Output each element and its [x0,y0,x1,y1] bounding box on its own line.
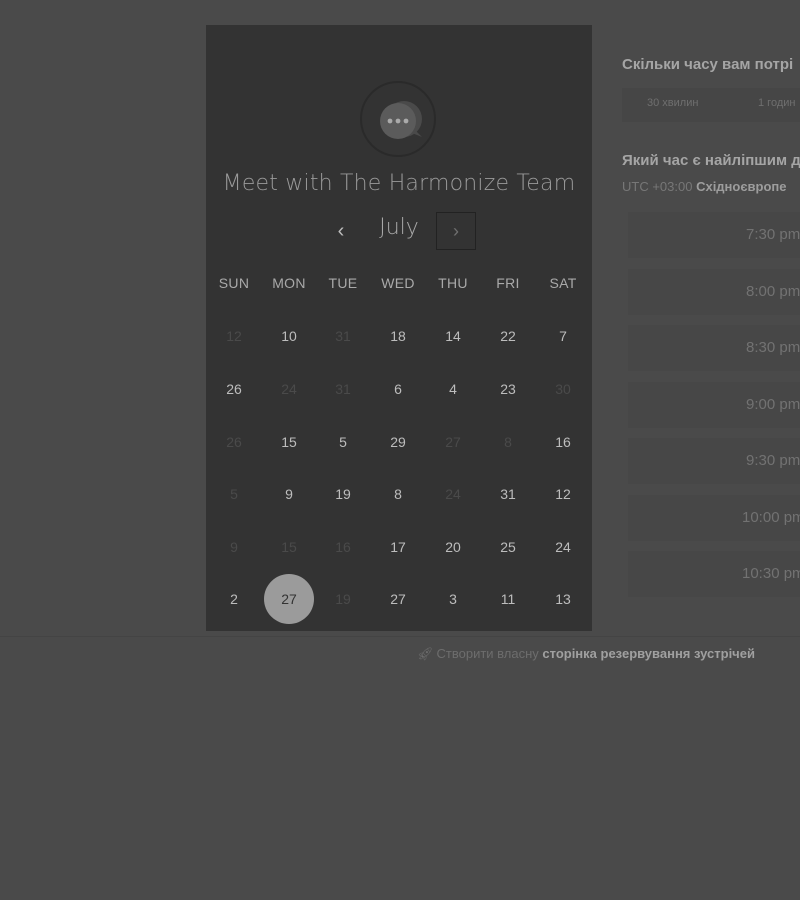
calendar-day: 9 [230,539,238,555]
calendar-day[interactable]: 8 [371,482,425,506]
calendar-day[interactable]: 15 [262,430,316,454]
calendar-day-selected[interactable]: 27 [264,574,314,624]
footer-prefix: Створити власну [436,646,543,661]
calendar-day[interactable]: 31 [481,482,535,506]
calendar-day: 15 [281,539,297,555]
calendar-day[interactable]: 6 [371,377,425,401]
time-slot[interactable]: 9:30 pm [628,438,800,484]
divider [0,636,800,637]
time-slot-label: 10:00 pm [742,509,800,526]
time-slot-label: 10:30 pm [742,565,800,582]
calendar-day[interactable]: 19 [316,482,370,506]
booking-panel: Скільки часу вам потрі 30 хвилин 1 годин… [622,0,800,900]
calendar-day: 31 [335,381,351,397]
calendar-day: 19 [335,591,351,607]
rocket-icon: 🚀︎ [417,646,434,661]
calendar-day: 27 [445,434,461,450]
calendar-day: 30 [555,381,571,397]
calendar-day: 24 [445,486,461,502]
time-slot-label: 7:30 pm [746,226,800,243]
calendar-day[interactable]: 17 [371,535,425,559]
calendar-day[interactable]: 26 [207,377,261,401]
calendar-day[interactable]: 3 [426,587,480,611]
calendar-day[interactable]: 16 [536,430,590,454]
calendar-day[interactable]: 2 [207,587,261,611]
time-slot-label: 8:30 pm [746,339,800,356]
calendar-grid: 12 10 31 18 14 22 7 26 24 31 6 4 23 30 26 15 5 29 27 8 16 5 9 1… [206,25,592,631]
calendar-day[interactable]: 24 [536,535,590,559]
calendar-day: 31 [335,328,351,344]
duration-option-60[interactable]: 1 годин [758,97,795,109]
time-slot[interactable]: 9:00 pm [628,382,800,428]
calendar-day[interactable]: 14 [426,324,480,348]
time-slot[interactable]: 7:30 pm [628,212,800,258]
create-booking-page-link[interactable]: сторінка резервування зустрічей [542,646,755,661]
time-slot[interactable]: 8:30 pm [628,325,800,371]
calendar-panel: Meet with The Harmonize Team ‹ July › SU… [206,25,592,631]
calendar-day[interactable]: 23 [481,377,535,401]
calendar-day[interactable]: 5 [316,430,370,454]
calendar-day[interactable]: 27 [371,587,425,611]
calendar-day: 5 [230,486,238,502]
timezone-label[interactable]: UTC +03:00 Східноєвропе [622,179,787,194]
time-slot-label: 9:00 pm [746,396,800,413]
calendar-day[interactable]: 18 [371,324,425,348]
time-slot[interactable]: 10:30 pm [628,551,800,597]
time-slot[interactable]: 10:00 pm [628,495,800,541]
footer-promo: 🚀︎ Створити власну сторінка резервування … [417,646,755,662]
calendar-day: 16 [335,539,351,555]
calendar-day[interactable]: 4 [426,377,480,401]
calendar-day[interactable]: 29 [371,430,425,454]
calendar-day[interactable]: 25 [481,535,535,559]
calendar-day[interactable]: 11 [481,587,535,611]
calendar-day[interactable]: 12 [536,482,590,506]
duration-selector: 30 хвилин 1 годин [622,88,800,122]
calendar-day[interactable]: 10 [262,324,316,348]
page: Meet with The Harmonize Team ‹ July › SU… [0,0,800,900]
calendar-day[interactable]: 7 [536,324,590,348]
time-slot-label: 8:00 pm [746,283,800,300]
calendar-day[interactable]: 20 [426,535,480,559]
calendar-day: 26 [226,434,242,450]
calendar-day: 12 [226,328,242,344]
calendar-day[interactable]: 13 [536,587,590,611]
calendar-day: 8 [504,434,512,450]
timezone-name: Східноєвропе [696,179,787,194]
calendar-day[interactable]: 9 [262,482,316,506]
duration-question: Скільки часу вам потрі [622,56,794,73]
calendar-day: 24 [281,381,297,397]
time-question: Який час є найліпшим д [622,152,800,169]
timezone-offset: UTC +03:00 [622,179,697,194]
calendar-day[interactable]: 22 [481,324,535,348]
time-slot-label: 9:30 pm [746,452,800,469]
duration-option-30[interactable]: 30 хвилин [647,97,698,109]
time-slot[interactable]: 8:00 pm [628,269,800,315]
